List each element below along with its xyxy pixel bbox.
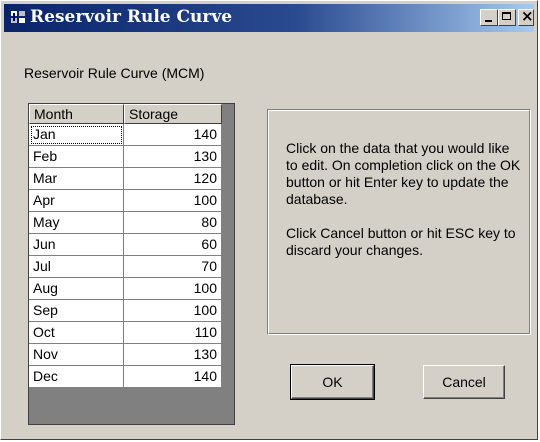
storage-cell[interactable]: 130 — [124, 344, 222, 366]
storage-cell[interactable]: 100 — [124, 300, 222, 322]
window-title: Reservoir Rule Curve — [30, 7, 233, 27]
storage-cell[interactable]: 140 — [124, 124, 222, 146]
month-cell[interactable]: Nov — [29, 344, 124, 366]
instructions-cancel: Click Cancel button or hit ESC key to di… — [286, 225, 516, 258]
storage-cell[interactable]: 100 — [124, 278, 222, 300]
maximize-icon[interactable] — [498, 9, 516, 26]
table-row: May 80 — [29, 212, 222, 234]
dialog-window: Reservoir Rule Curve Reservoir Rule Curv… — [0, 0, 538, 440]
title-bar[interactable]: Reservoir Rule Curve — [4, 4, 534, 32]
month-cell[interactable]: Mar — [29, 168, 124, 190]
table-row: Oct 110 — [29, 322, 222, 344]
rule-curve-grid[interactable]: Month Storage Jan 140 Feb 130 Mar 120 Apr 100 Ma… — [28, 103, 235, 425]
instructions-text: Click on the data that you would like to… — [286, 140, 522, 276]
header-month[interactable]: Month — [29, 104, 124, 124]
table-row: Aug 100 — [29, 278, 222, 300]
storage-cell[interactable]: 100 — [124, 190, 222, 212]
table-row: Sep 100 — [29, 300, 222, 322]
storage-cell[interactable]: 80 — [124, 212, 222, 234]
month-cell[interactable]: Jun — [29, 234, 124, 256]
close-icon[interactable] — [518, 9, 534, 26]
grid-caption: Reservoir Rule Curve (MCM) — [24, 65, 205, 81]
table-row: Mar 120 — [29, 168, 222, 190]
storage-cell[interactable]: 120 — [124, 168, 222, 190]
month-cell[interactable]: Feb — [29, 146, 124, 168]
month-cell[interactable]: Apr — [29, 190, 124, 212]
month-cell[interactable]: May — [29, 212, 124, 234]
month-cell[interactable]: Oct — [29, 322, 124, 344]
month-cell[interactable]: Dec — [29, 366, 124, 388]
minimize-icon[interactable] — [480, 9, 498, 26]
cancel-button[interactable]: Cancel — [423, 365, 505, 399]
table-row: Jun 60 — [29, 234, 222, 256]
month-cell[interactable]: Jul — [29, 256, 124, 278]
storage-cell[interactable]: 70 — [124, 256, 222, 278]
table-row: Dec 140 — [29, 366, 222, 388]
app-icon — [11, 11, 25, 23]
table-row: Jan 140 — [29, 124, 222, 146]
instructions-frame: Click on the data that you would like to… — [267, 109, 531, 335]
storage-cell[interactable]: 130 — [124, 146, 222, 168]
table-row: Nov 130 — [29, 344, 222, 366]
month-cell[interactable]: Aug — [29, 278, 124, 300]
storage-cell[interactable]: 110 — [124, 322, 222, 344]
month-cell[interactable]: Sep — [29, 300, 124, 322]
storage-cell[interactable]: 140 — [124, 366, 222, 388]
grid-header-row: Month Storage — [29, 104, 222, 124]
table-row: Jul 70 — [29, 256, 222, 278]
table-row: Apr 100 — [29, 190, 222, 212]
instructions-edit: Click on the data that you would like to… — [286, 140, 521, 207]
storage-cell[interactable]: 60 — [124, 234, 222, 256]
month-cell[interactable]: Jan — [29, 124, 124, 146]
header-storage[interactable]: Storage — [124, 104, 222, 124]
table-row: Feb 130 — [29, 146, 222, 168]
ok-button[interactable]: OK — [290, 364, 375, 400]
